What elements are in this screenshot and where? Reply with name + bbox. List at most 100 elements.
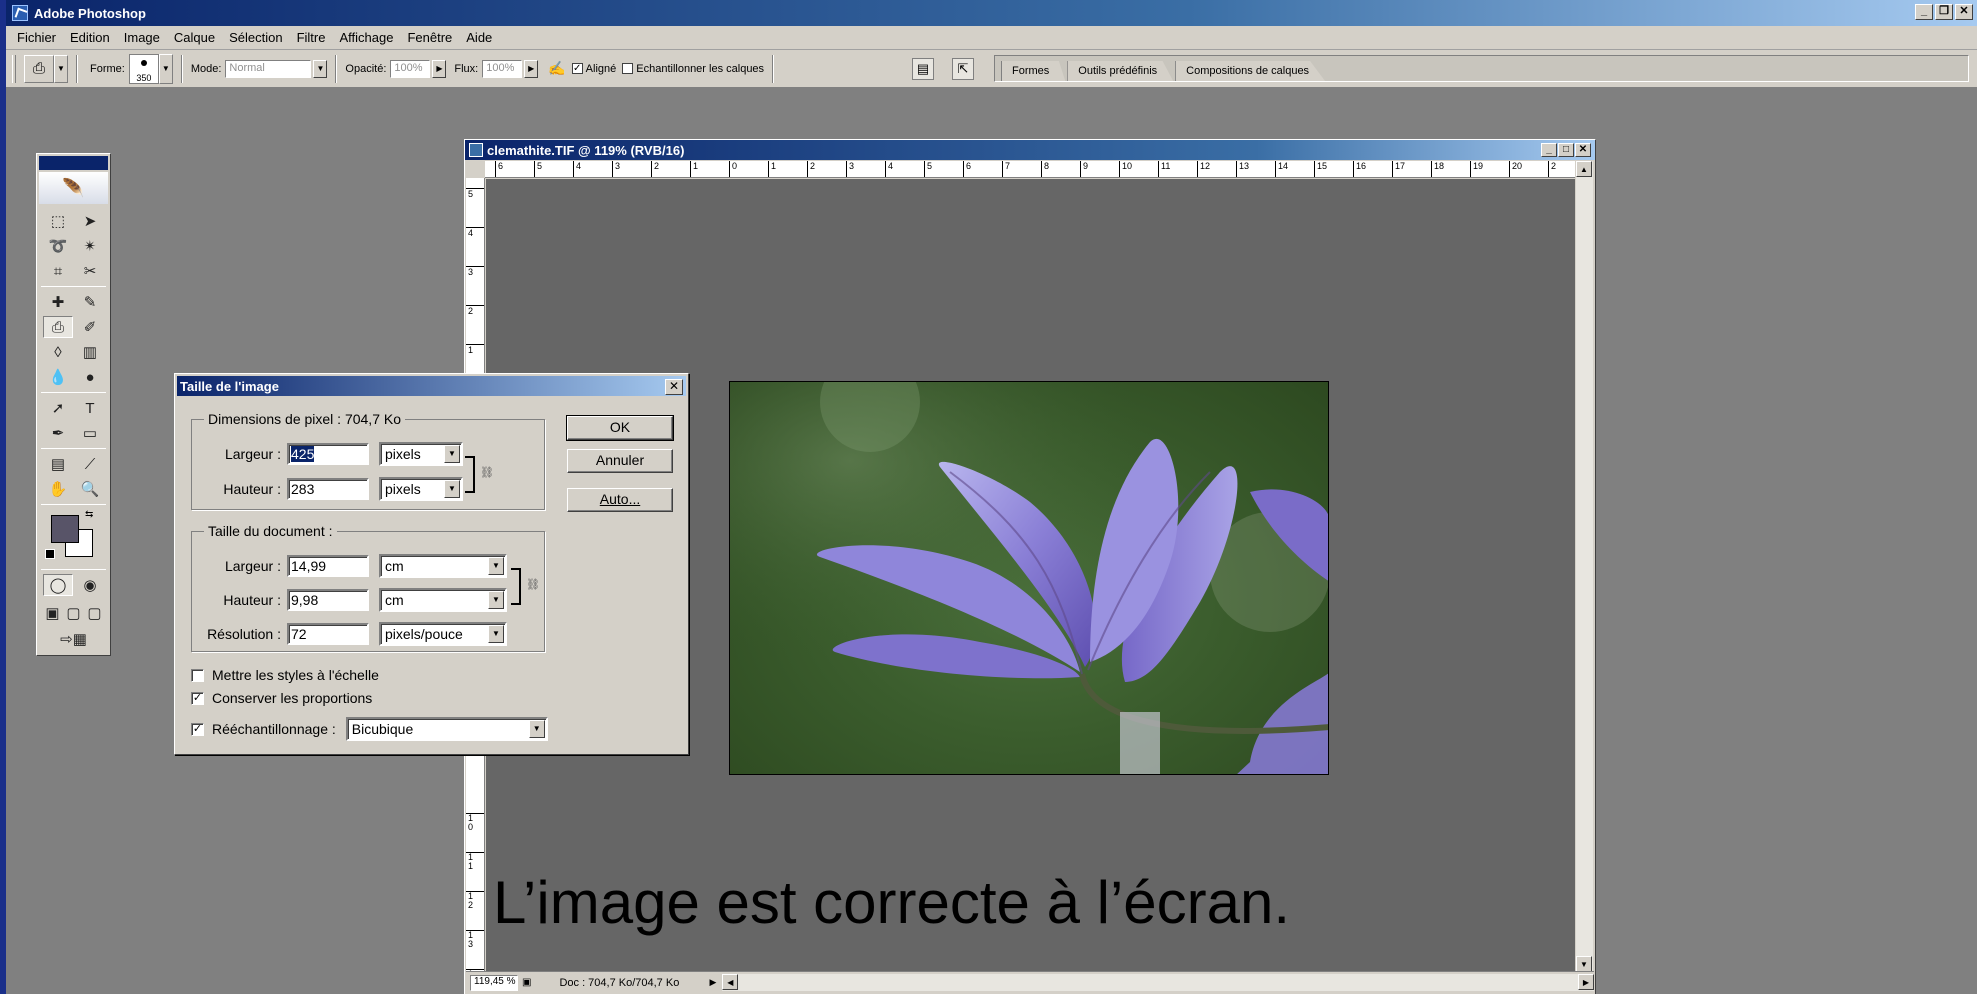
status-menu-icon[interactable]: ▣ xyxy=(522,977,531,988)
dropdown-arrow-icon[interactable]: ▼ xyxy=(488,625,504,643)
mode-select[interactable]: Normal xyxy=(225,59,312,78)
dropdown-arrow-icon[interactable]: ▼ xyxy=(444,445,460,463)
well-tab-outils-predefinis[interactable]: Outils prédéfinis xyxy=(1067,61,1174,81)
resolution-input[interactable]: 72 xyxy=(287,623,369,645)
clone-stamp-icon[interactable]: ⎙ xyxy=(43,316,73,338)
opacite-input[interactable]: 100% xyxy=(390,59,431,78)
doc-minimize-icon[interactable]: _ xyxy=(1541,143,1557,157)
scroll-left-icon[interactable]: ◀ xyxy=(722,974,739,990)
magic-wand-icon[interactable]: ✴ xyxy=(75,235,105,257)
dropdown-arrow-icon[interactable]: ▼ xyxy=(488,591,504,609)
doc-maximize-icon[interactable]: □ xyxy=(1558,143,1574,157)
dialog-titlebar[interactable]: Taille de l'image xyxy=(177,376,686,396)
pen-tool-icon[interactable]: ✒ xyxy=(43,422,73,444)
pixel-width-input[interactable]: 425 xyxy=(287,443,369,465)
default-colors-icon[interactable] xyxy=(45,549,55,559)
ok-button[interactable]: OK xyxy=(566,415,674,441)
flux-slider-icon[interactable]: ▶ xyxy=(524,59,539,78)
screen-mode-3-icon[interactable]: ▢ xyxy=(86,602,104,624)
close-icon[interactable]: ✕ xyxy=(1955,4,1973,20)
toolbox-titlebar[interactable] xyxy=(39,156,108,170)
lasso-tool-icon[interactable]: ➰ xyxy=(43,235,73,257)
scroll-right-icon[interactable]: ▶ xyxy=(1578,974,1594,990)
well-tab-compositions[interactable]: Compositions de calques xyxy=(1175,61,1326,81)
menu-edition[interactable]: Edition xyxy=(63,30,117,45)
well-tab-formes[interactable]: Formes xyxy=(1001,61,1066,81)
minimize-icon[interactable]: _ xyxy=(1915,4,1933,20)
shape-tool-icon[interactable]: ▭ xyxy=(75,422,105,444)
screen-mode-2-icon[interactable]: ▢ xyxy=(65,602,83,624)
horizontal-scrollbar[interactable]: ◀ ▶ xyxy=(722,974,1594,991)
resample-method-select[interactable]: Bicubique ▼ xyxy=(345,717,548,741)
zoom-tool-icon[interactable]: 🔍 xyxy=(75,478,105,500)
marquee-tool-icon[interactable]: ⬚ xyxy=(43,210,73,232)
move-tool-icon[interactable]: ➤ xyxy=(75,210,105,232)
clone-stamp-preset-icon[interactable]: ⎙ xyxy=(24,54,54,83)
doc-width-unit-select[interactable]: cm ▼ xyxy=(379,554,507,578)
resample-checkbox[interactable]: ✓ xyxy=(191,722,204,736)
foreground-color[interactable] xyxy=(51,515,79,543)
notes-tool-icon[interactable]: ▤ xyxy=(43,453,73,475)
options-grip[interactable] xyxy=(12,54,16,83)
restore-icon[interactable]: ❐ xyxy=(1935,4,1953,20)
aligne-checkbox[interactable]: ✓ xyxy=(571,63,583,74)
dialog-close-icon[interactable]: ✕ xyxy=(665,379,683,395)
auto-button[interactable]: Auto... xyxy=(567,488,673,512)
doc-height-input[interactable]: 9,98 xyxy=(287,589,369,611)
healing-brush-icon[interactable]: ✚ xyxy=(43,291,73,313)
menu-image[interactable]: Image xyxy=(117,30,167,45)
airbrush-icon[interactable]: ✍ xyxy=(548,60,565,77)
menu-aide[interactable]: Aide xyxy=(459,30,499,45)
zoom-field[interactable]: 119,45 % xyxy=(470,974,518,991)
history-brush-icon[interactable]: ✐ xyxy=(75,316,105,338)
vertical-scrollbar[interactable]: ▲ ▼ xyxy=(1576,161,1593,972)
doc-height-unit-select[interactable]: cm ▼ xyxy=(379,588,507,612)
cancel-button[interactable]: Annuler xyxy=(567,449,673,473)
swap-colors-icon[interactable]: ⇆ xyxy=(85,509,93,520)
pixel-height-unit-select[interactable]: pixels ▼ xyxy=(379,477,463,501)
brush-tool-icon[interactable]: ✎ xyxy=(75,291,105,313)
doc-close-icon[interactable]: ✕ xyxy=(1575,143,1591,157)
doc-width-input[interactable]: 14,99 xyxy=(287,555,369,577)
menu-selection[interactable]: Sélection xyxy=(222,30,289,45)
standard-mode-icon[interactable]: ◯ xyxy=(43,574,73,596)
file-browser-icon[interactable]: ▤ xyxy=(912,58,934,80)
feather-logo-icon[interactable]: 🪶 xyxy=(39,172,108,204)
menu-filtre[interactable]: Filtre xyxy=(290,30,333,45)
resolution-unit-select[interactable]: pixels/pouce ▼ xyxy=(379,622,507,646)
eraser-tool-icon[interactable]: ◊ xyxy=(43,341,73,363)
blur-tool-icon[interactable]: 💧 xyxy=(43,366,73,388)
menu-fenetre[interactable]: Fenêtre xyxy=(400,30,459,45)
status-arrow-icon[interactable]: ▶ xyxy=(709,977,716,988)
type-tool-icon[interactable]: T xyxy=(75,397,105,419)
mode-dropdown-icon[interactable]: ▼ xyxy=(313,59,328,78)
document-titlebar[interactable]: clemathite.TIF @ 119% (RVB/16) xyxy=(465,140,1595,160)
menu-calque[interactable]: Calque xyxy=(167,30,222,45)
dropdown-arrow-icon[interactable]: ▼ xyxy=(528,720,545,738)
scale-styles-checkbox[interactable] xyxy=(191,668,204,682)
imageready-icon[interactable]: ⇱ xyxy=(952,58,974,80)
screen-mode-1-icon[interactable]: ▣ xyxy=(44,602,62,624)
preset-dropdown-icon[interactable]: ▼ xyxy=(54,54,68,83)
gradient-tool-icon[interactable]: ▥ xyxy=(75,341,105,363)
echantillonner-checkbox[interactable] xyxy=(622,63,634,74)
constrain-checkbox[interactable]: ✓ xyxy=(191,691,204,705)
horizontal-ruler[interactable]: 6 5 4 3 2 1 0 1 2 3 4 5 6 7 8 9 10 11 12 13 14 15 16 17 18 19 20 2 xyxy=(485,161,1575,178)
path-select-icon[interactable]: ➚ xyxy=(43,397,73,419)
slice-tool-icon[interactable]: ✂ xyxy=(75,260,105,282)
imageready-jump-icon[interactable]: ⇨▦ xyxy=(49,628,99,650)
menu-fichier[interactable]: Fichier xyxy=(10,30,63,45)
pixel-height-input[interactable]: 283 xyxy=(287,478,369,500)
brush-dropdown-icon[interactable]: ▼ xyxy=(158,53,173,84)
dropdown-arrow-icon[interactable]: ▼ xyxy=(488,557,504,575)
scroll-down-icon[interactable]: ▼ xyxy=(1576,956,1592,972)
crop-tool-icon[interactable]: ⌗ xyxy=(43,260,73,282)
flux-input[interactable]: 100% xyxy=(482,59,523,78)
scroll-up-icon[interactable]: ▲ xyxy=(1576,161,1592,177)
dodge-tool-icon[interactable]: ● xyxy=(75,366,105,388)
brush-picker[interactable]: 350 xyxy=(128,53,159,84)
pixel-width-unit-select[interactable]: pixels ▼ xyxy=(379,442,463,466)
quickmask-mode-icon[interactable]: ◉ xyxy=(75,574,105,596)
menu-affichage[interactable]: Affichage xyxy=(332,30,400,45)
dropdown-arrow-icon[interactable]: ▼ xyxy=(444,480,460,498)
